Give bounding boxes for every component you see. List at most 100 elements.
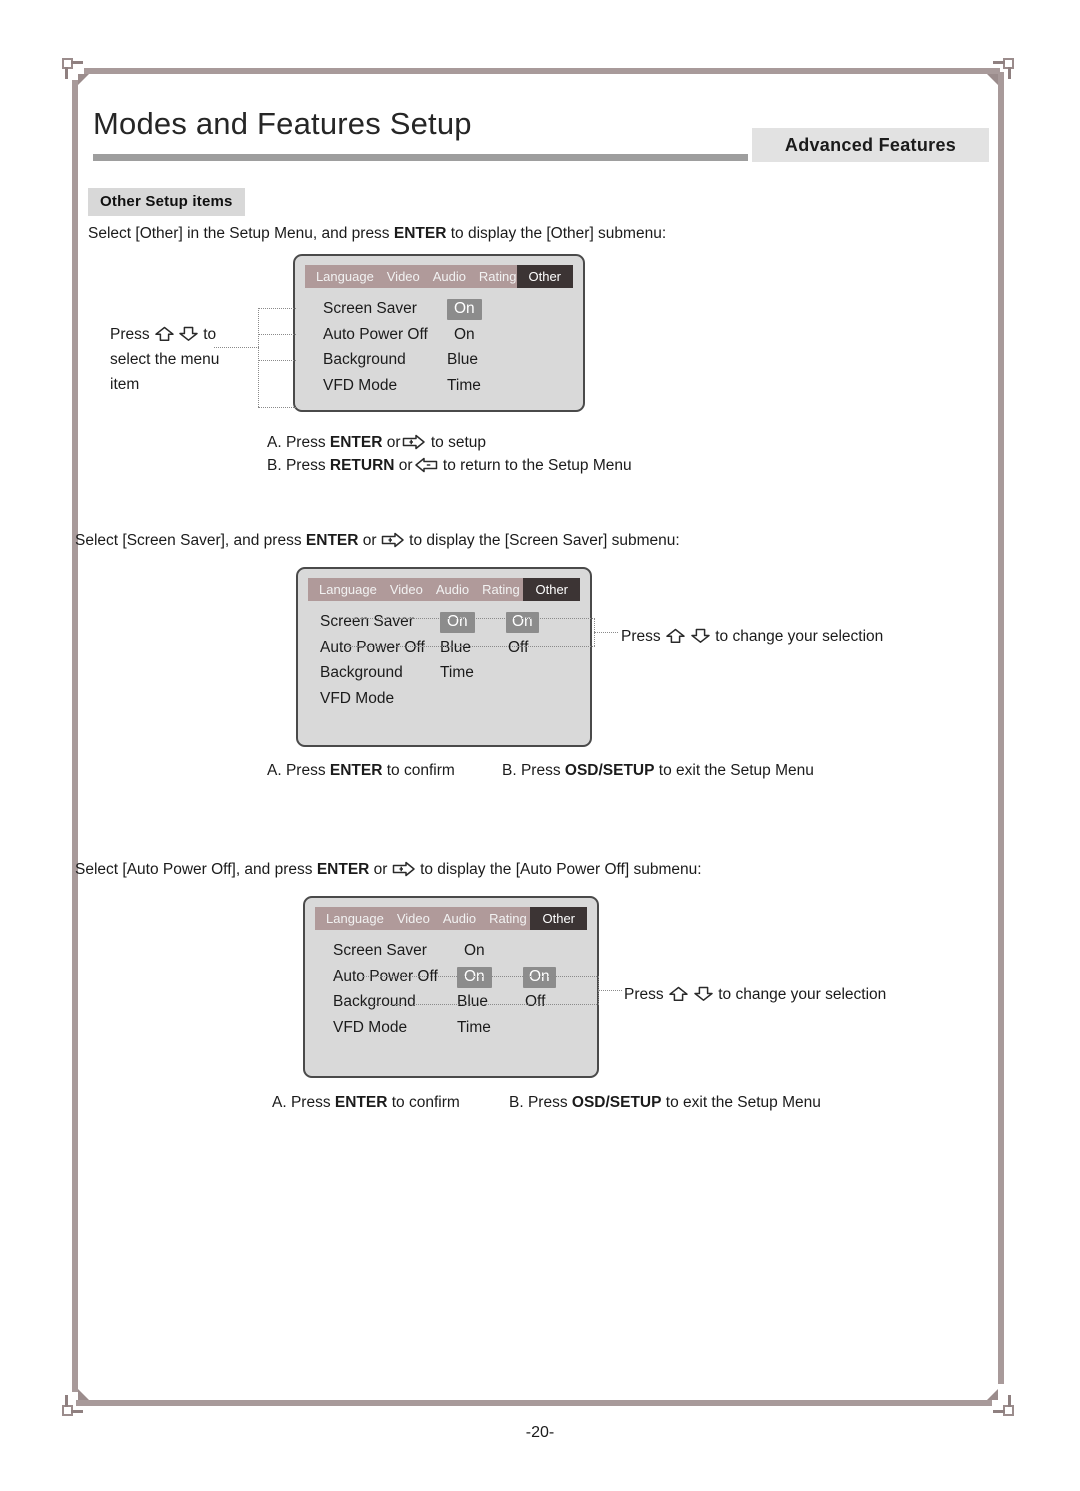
note-b2a-pre: Press xyxy=(281,762,330,779)
arrow-up-key-icon-3 xyxy=(668,986,689,1002)
note-box3-a: A. Press ENTER to confirm xyxy=(272,1094,460,1112)
left-note-post: to xyxy=(198,326,217,343)
corner-wedge-top-right xyxy=(987,74,998,85)
menu-row-vfd-mode-2[interactable]: VFD Mode xyxy=(298,690,590,716)
osd-row-list-3: Screen Saver On Auto Power Off On On Bac… xyxy=(305,942,597,1044)
note-b3a-pre: Press xyxy=(286,1094,335,1111)
connector-line-box1-row4 xyxy=(258,407,296,408)
note-b1b-bold: RETURN xyxy=(329,457,395,474)
intro2-pre: Select [Screen Saver], and press xyxy=(75,532,306,549)
corner-wedge-bottom-left xyxy=(78,1389,89,1400)
tab-rating-3[interactable]: Rating xyxy=(489,911,527,926)
frame-rule-bottom xyxy=(76,1400,992,1406)
submenu-option-on-2[interactable]: On xyxy=(506,612,539,633)
title-underline xyxy=(93,154,748,161)
intro3-post: to display the [Auto Power Off] submenu: xyxy=(415,861,702,878)
change-sel-pre-3: Press xyxy=(624,986,668,1003)
connector-line-box2-off xyxy=(347,646,595,647)
tab-audio-3[interactable]: Audio xyxy=(443,911,476,926)
submenu-option-off-2[interactable]: Off xyxy=(508,639,528,657)
connector-line-box2-stem xyxy=(594,632,618,633)
note-b1a-bold: ENTER xyxy=(329,434,383,451)
note-b2b-post: to exit the Setup Menu xyxy=(654,762,814,779)
connector-line-box1-row1 xyxy=(258,308,296,309)
note-box2-b: B. Press OSD/SETUP to exit the Setup Men… xyxy=(502,762,814,780)
menu-label-background-2: Background xyxy=(320,664,403,681)
intro3-bold: ENTER xyxy=(316,861,370,878)
menu-label-screen-saver: Screen Saver xyxy=(323,300,417,317)
note-b3b-letter: B. xyxy=(509,1094,524,1111)
page-frame: Modes and Features Setup Advanced Featur… xyxy=(62,58,1014,1416)
chapter-banner: Advanced Features xyxy=(752,128,989,162)
menu-value-screen-saver[interactable]: On xyxy=(447,299,482,320)
note-b1b-post: to return to the Setup Menu xyxy=(438,457,632,474)
menu-row-background[interactable]: Background Blue xyxy=(295,351,583,377)
menu-label-vfd-mode-3: VFD Mode xyxy=(333,1018,408,1036)
menu-value-background-3[interactable]: Blue xyxy=(457,993,488,1011)
menu-row-screen-saver-3[interactable]: Screen Saver On xyxy=(305,942,597,968)
menu-value-screen-saver-3[interactable]: On xyxy=(464,942,485,960)
frame-rule-right xyxy=(998,72,1004,1384)
tab-rating[interactable]: Rating xyxy=(479,269,517,284)
menu-row-background-2[interactable]: Background Time xyxy=(298,664,590,690)
menu-row-screen-saver-2[interactable]: Screen Saver On On xyxy=(298,612,590,639)
tab-audio-2[interactable]: Audio xyxy=(436,582,469,597)
submenu-option-off-3[interactable]: Off xyxy=(525,993,545,1011)
intro2-bold: ENTER xyxy=(305,532,359,549)
intro-paragraph-3: Select [Auto Power Off], and press ENTER… xyxy=(75,861,702,879)
left-note-pre: Press xyxy=(110,326,154,343)
tab-other-2[interactable]: Other xyxy=(523,578,580,601)
arrow-up-key-icon-2 xyxy=(665,628,686,644)
tab-video[interactable]: Video xyxy=(387,269,420,284)
tab-other-3[interactable]: Other xyxy=(530,907,587,930)
tab-language-3[interactable]: Language xyxy=(326,911,384,926)
menu-row-vfd-mode[interactable]: VFD Mode Time xyxy=(295,377,583,403)
tab-video-3[interactable]: Video xyxy=(397,911,430,926)
osd-menu-auto-power-off: Language Video Audio Rating Other Screen… xyxy=(303,896,599,1078)
tab-video-2[interactable]: Video xyxy=(390,582,423,597)
intro1-bold: ENTER xyxy=(393,225,447,242)
submenu-option-on-3[interactable]: On xyxy=(523,966,556,988)
osd-tab-bar-2: Language Video Audio Rating Other xyxy=(308,578,580,601)
menu-label-vfd-mode: VFD Mode xyxy=(323,376,398,394)
tab-other[interactable]: Other xyxy=(516,265,574,288)
menu-label-auto-power-off-2: Auto Power Off xyxy=(320,638,425,656)
menu-row-auto-power-off-2[interactable]: Auto Power Off Blue Off xyxy=(298,639,590,665)
menu-value-auto-power-off[interactable]: On xyxy=(454,326,475,344)
menu-row-vfd-mode-3[interactable]: VFD Mode Time xyxy=(305,1019,597,1045)
menu-value-background-2[interactable]: Blue xyxy=(440,639,471,657)
frame-rule-top xyxy=(84,68,1000,74)
note-b3a-bold: ENTER xyxy=(334,1094,388,1111)
menu-row-auto-power-off-3[interactable]: Auto Power Off On On xyxy=(305,966,597,994)
note-b3b-bold: OSD/SETUP xyxy=(571,1094,662,1111)
menu-value-screen-saver-2[interactable]: On xyxy=(440,612,475,633)
menu-row-auto-power-off[interactable]: Auto Power Off On xyxy=(295,326,583,352)
menu-label-screen-saver-3: Screen Saver xyxy=(333,942,427,959)
note-b3b-post: to exit the Setup Menu xyxy=(661,1094,821,1111)
intro1-post: to display the [Other] submenu: xyxy=(446,225,667,242)
note-box2-a: A. Press ENTER to confirm xyxy=(267,762,455,780)
intro-paragraph-1: Select [Other] in the Setup Menu, and pr… xyxy=(88,225,666,243)
note-b3b-pre: Press xyxy=(523,1094,572,1111)
arrow-left-minus-key-icon xyxy=(414,457,438,473)
note-b1a-pre: Press xyxy=(281,434,330,451)
tab-language-2[interactable]: Language xyxy=(319,582,377,597)
connector-line-box3-on xyxy=(363,976,599,977)
tab-language[interactable]: Language xyxy=(316,269,374,284)
menu-value-vfd-mode[interactable]: Time xyxy=(447,377,481,395)
osd-menu-screen-saver: Language Video Audio Rating Other Screen… xyxy=(296,567,592,747)
menu-value-auto-power-off-3[interactable]: On xyxy=(457,966,492,988)
tab-audio[interactable]: Audio xyxy=(433,269,466,284)
tab-rating-2[interactable]: Rating xyxy=(482,582,520,597)
note-b2a-letter: A. xyxy=(267,762,282,779)
note-box1-a: A. Press ENTER or to setup xyxy=(267,434,486,452)
arrow-right-plus-key-icon-3 xyxy=(392,861,416,877)
note-b1b-mid: or xyxy=(394,457,413,474)
note-b1a-mid: or xyxy=(382,434,401,451)
menu-value-vfd-mode-2[interactable]: Time xyxy=(440,664,474,682)
menu-row-screen-saver[interactable]: Screen Saver On xyxy=(295,299,583,326)
note-b2b-bold: OSD/SETUP xyxy=(564,762,655,779)
menu-row-background-3[interactable]: Background Blue Off xyxy=(305,993,597,1019)
menu-value-vfd-mode-3[interactable]: Time xyxy=(457,1019,491,1037)
menu-value-background[interactable]: Blue xyxy=(447,351,478,369)
